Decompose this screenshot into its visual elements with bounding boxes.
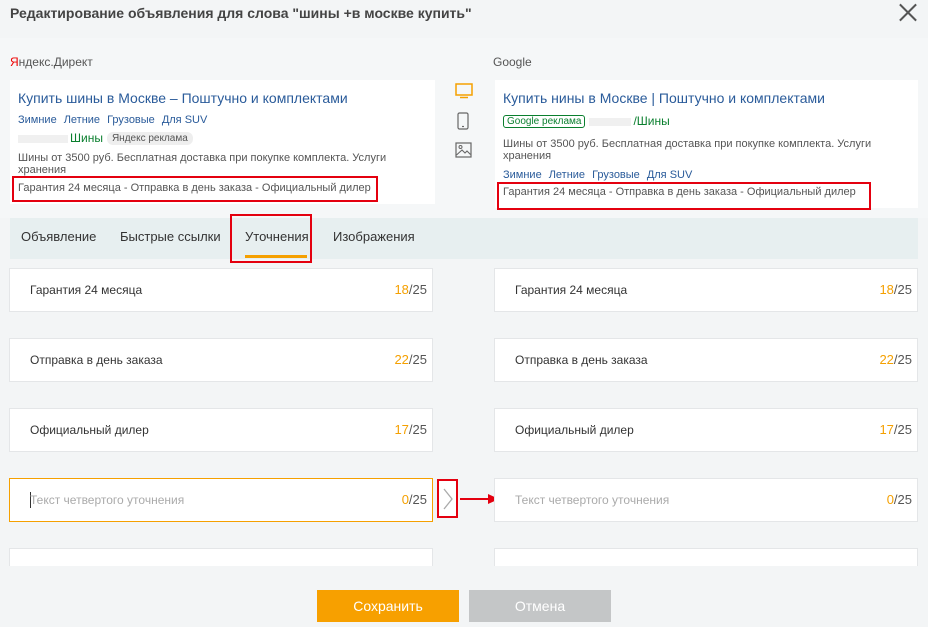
copy-to-google-button[interactable] xyxy=(437,479,458,518)
google-sitelinks: Зимние Летние Грузовые Для SUV xyxy=(503,169,699,181)
google-callouts-highlight xyxy=(497,182,871,210)
close-icon[interactable] xyxy=(898,3,918,23)
char-counter: 18/25 xyxy=(879,282,912,297)
yandex-ad-title[interactable]: Купить шины в Москве – Поштучно и компле… xyxy=(18,90,348,106)
char-counter: 17/25 xyxy=(394,422,427,437)
google-ad-title[interactable]: Купить нины в Москве | Поштучно и компле… xyxy=(503,90,825,106)
char-counter: 22/25 xyxy=(394,352,427,367)
yandex-ad-badge: Яндекс реклама xyxy=(106,132,193,146)
cancel-button[interactable]: Отмена xyxy=(469,590,611,622)
mobile-icon[interactable] xyxy=(457,112,469,135)
char-counter: 17/25 xyxy=(879,422,912,437)
yandex-url-line: Шины Яндекс реклама xyxy=(18,131,193,146)
callout-field-value: Официальный дилер xyxy=(515,423,634,437)
tab-bar: Объявление Быстрые ссылки Уточнения Изоб… xyxy=(10,218,918,259)
save-button[interactable]: Сохранить xyxy=(317,590,459,622)
tab-images[interactable]: Изображения xyxy=(333,229,415,244)
google-sitelink[interactable]: Зимние xyxy=(503,169,542,181)
google-callout-field-5[interactable] xyxy=(494,548,918,566)
char-counter: 0/25 xyxy=(886,492,912,507)
google-sitelink[interactable]: Грузовые xyxy=(592,169,640,181)
dialog-header: Редактирование объявления для слова "шин… xyxy=(0,0,928,38)
tab-ad[interactable]: Объявление xyxy=(21,229,96,244)
callout-field-placeholder: Текст четвертого уточнения xyxy=(30,493,185,507)
callout-field-1[interactable]: Гарантия 24 месяца 18/25 xyxy=(9,268,433,312)
active-tab-highlight xyxy=(230,214,312,263)
callout-field-4[interactable]: Текст четвертого уточнения 0/25 xyxy=(9,478,433,522)
yandex-label: Яндекс.Директ xyxy=(10,55,93,69)
callout-field-5[interactable] xyxy=(9,548,433,566)
image-icon[interactable] xyxy=(455,142,472,163)
google-url-line: Google реклама/Шины xyxy=(503,114,670,129)
google-description: Шины от 3500 руб. Бесплатная доставка пр… xyxy=(503,138,872,162)
yandex-description: Шины от 3500 руб. Бесплатная доставка пр… xyxy=(18,152,387,176)
callout-field-value: Гарантия 24 месяца xyxy=(515,283,628,297)
yandex-sitelink[interactable]: Летние xyxy=(64,114,100,126)
google-callout-field-1[interactable]: Гарантия 24 месяца 18/25 xyxy=(494,268,918,312)
dialog-title: Редактирование объявления для слова "шин… xyxy=(10,5,472,21)
blurred-domain xyxy=(18,134,68,143)
google-sitelink[interactable]: Летние xyxy=(549,169,585,181)
callout-field-2[interactable]: Отправка в день заказа 22/25 xyxy=(9,338,433,382)
char-counter: 22/25 xyxy=(879,352,912,367)
yandex-sitelinks: Зимние Летние Грузовые Для SUV xyxy=(18,114,214,126)
callout-field-value: Гарантия 24 месяца xyxy=(30,283,143,297)
google-ad-badge: Google реклама xyxy=(503,115,586,129)
google-callout-field-2[interactable]: Отправка в день заказа 22/25 xyxy=(494,338,918,382)
yandex-url-text: Шины xyxy=(70,131,103,145)
desktop-icon[interactable] xyxy=(455,83,473,104)
chevron-right-icon xyxy=(443,488,453,510)
yandex-sitelink[interactable]: Для SUV xyxy=(162,114,208,126)
blurred-domain xyxy=(589,117,632,126)
callout-field-value: Официальный дилер xyxy=(30,423,149,437)
google-callout-field-3[interactable]: Официальный дилер 17/25 xyxy=(494,408,918,452)
yandex-callouts-highlight xyxy=(12,176,378,202)
tab-quick-links[interactable]: Быстрые ссылки xyxy=(120,229,221,244)
char-counter: 18/25 xyxy=(394,282,427,297)
callout-field-value: Отправка в день заказа xyxy=(30,353,163,367)
callout-field-value: Отправка в день заказа xyxy=(515,353,648,367)
google-label: Google xyxy=(493,55,532,69)
yandex-sitelink[interactable]: Грузовые xyxy=(107,114,155,126)
dialog-footer: Сохранить Отмена xyxy=(0,566,928,627)
google-callout-field-4[interactable]: Текст четвертого уточнения 0/25 xyxy=(494,478,918,522)
callout-field-placeholder: Текст четвертого уточнения xyxy=(515,493,670,507)
yandex-sitelink[interactable]: Зимние xyxy=(18,114,57,126)
ad-preview-area: Яндекс.Директ Купить шины в Москве – Пош… xyxy=(0,38,928,218)
callout-field-3[interactable]: Официальный дилер 17/25 xyxy=(9,408,433,452)
char-counter: 0/25 xyxy=(401,492,427,507)
google-url-text: /Шины xyxy=(633,114,670,128)
google-sitelink[interactable]: Для SUV xyxy=(647,169,693,181)
